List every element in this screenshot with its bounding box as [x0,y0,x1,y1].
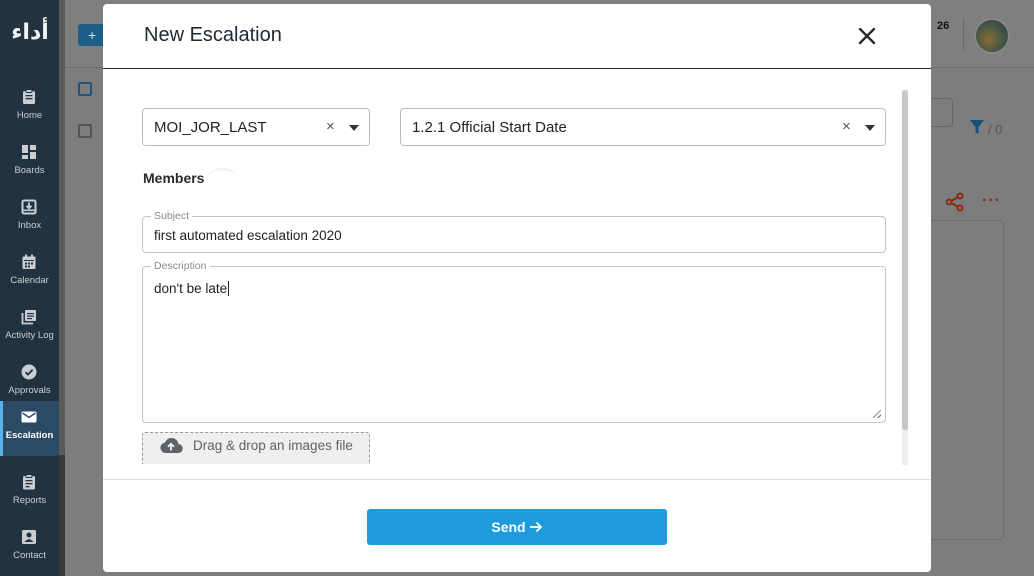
check-circle-icon [21,364,37,380]
sidebar-item-label: Activity Log [5,330,54,341]
inbox-icon [21,199,37,215]
sidebar-item-label: Reports [12,495,47,506]
project-select-value: MOI_JOR_LAST [154,119,267,136]
filter-count: / 0 [988,122,1003,137]
share-icon[interactable] [945,192,965,212]
sidebar-item-escalation[interactable]: Escalation [0,401,59,456]
image-dropzone[interactable]: Drag & drop an images file [142,432,370,464]
arrow-right-icon [529,521,542,533]
sidebar-item-contact[interactable]: Contact [0,521,59,576]
subject-input[interactable]: first automated escalation 2020 [154,228,342,243]
clear-icon[interactable]: × [842,118,851,135]
home-icon [23,89,35,104]
dialog-header: New Escalation [103,4,931,69]
sidebar-item-calendar[interactable]: Calendar [0,246,59,301]
sidebar: أداء Home Boards Inbox Calendar Activity… [0,0,59,576]
description-input[interactable]: don't be late [154,281,227,296]
send-button[interactable]: Send [367,509,667,545]
sidebar-item-label: Contact [13,550,46,561]
sidebar-item-activity-log[interactable]: Activity Log [0,301,59,356]
sidebar-item-home[interactable]: Home [0,81,59,136]
sidebar-item-label: Escalation [5,430,54,441]
chevron-down-icon[interactable] [349,125,359,131]
description-field[interactable]: Description don't be late [142,260,886,423]
boards-icon [22,145,36,159]
activity-log-icon [21,310,36,325]
cloud-upload-icon [160,437,183,454]
avatar[interactable] [974,18,1010,54]
chevron-down-icon[interactable] [865,125,875,131]
sidebar-item-reports[interactable]: Reports [0,466,59,521]
filter-icon[interactable] [969,119,985,135]
sidebar-item-label: Boards [14,165,45,176]
archive-icon[interactable] [78,124,92,138]
sidebar-item-label: Calendar [10,275,49,286]
sidebar-item-label: Approvals [8,385,51,396]
inbox-icon[interactable] [78,82,92,96]
milestone-select[interactable]: 1.2.1 Official Start Date × [400,108,886,146]
text-cursor [228,281,230,296]
sidebar-item-boards[interactable]: Boards [0,136,59,191]
sidebar-item-inbox[interactable]: Inbox [0,191,59,246]
description-label: Description [151,260,210,272]
members-label: Members [143,170,205,186]
dialog-footer: Send [103,479,931,572]
send-button-label: Send [491,519,526,535]
app-logo[interactable]: أداء [8,20,52,56]
dialog-body: MOI_JOR_LAST × 1.2.1 Official Start Date… [103,70,931,478]
mail-icon [21,411,37,423]
sidebar-item-label: Inbox [17,220,42,231]
new-escalation-dialog: New Escalation MOI_JOR_LAST × 1.2.1 Offi… [103,4,931,572]
dialog-scroll-thumb[interactable] [902,90,908,430]
subject-label: Subject [151,210,193,222]
dialog-title: New Escalation [144,24,282,46]
contact-card-icon [22,530,36,544]
project-select[interactable]: MOI_JOR_LAST × [142,108,370,146]
calendar-icon [22,254,36,269]
sidebar-item-label: Home [16,110,43,121]
dropzone-text: Drag & drop an images file [193,438,353,453]
milestone-select-value: 1.2.1 Official Start Date [412,119,567,136]
clipboard-icon [23,474,35,490]
resize-handle[interactable] [873,410,881,418]
more-options-icon[interactable]: ··· [982,192,1001,210]
close-icon[interactable] [855,24,879,48]
notification-count: 26 [937,20,950,32]
subject-field[interactable]: Subject first automated escalation 2020 [142,210,886,253]
loading-spinner [207,168,237,190]
clear-icon[interactable]: × [326,118,335,135]
dialog-scrollbar[interactable] [902,90,908,465]
content-card [931,220,1004,540]
topbar-divider [963,18,964,52]
